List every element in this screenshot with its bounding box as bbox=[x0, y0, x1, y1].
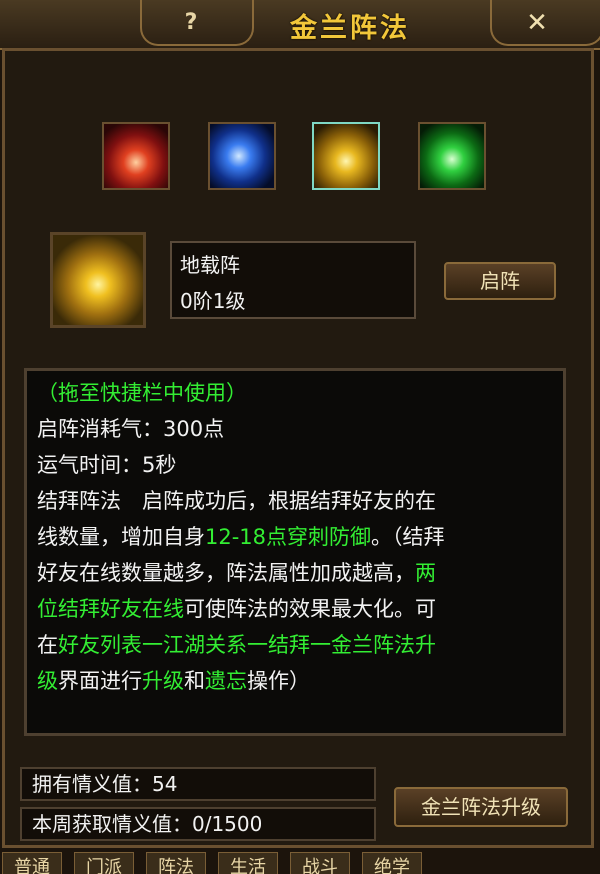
upgrade-button[interactable]: 金兰阵法升级 bbox=[394, 787, 568, 827]
desc-highlight: 好友列表一江湖关系一结拜一金兰阵法升 bbox=[58, 633, 436, 657]
help-button[interactable]: ? bbox=[176, 8, 206, 38]
desc-text-span: 操作） bbox=[247, 669, 310, 693]
desc-hint: （拖至快捷栏中使用） bbox=[37, 381, 247, 405]
formation-info: 地载阵 0阶1级 bbox=[170, 241, 416, 319]
desc-text: 好友在线数量越多，阵法属性加成越高，两 bbox=[37, 557, 436, 587]
tab-combat[interactable]: 战斗 bbox=[290, 852, 350, 874]
desc-cost: 启阵消耗气：300点 bbox=[37, 417, 225, 441]
desc-text-span: 可使阵法的效果最大化。可 bbox=[184, 597, 436, 621]
description-panel: （拖至快捷栏中使用） 启阵消耗气：300点 运气时间：5秒 结拜阵法 启阵成功后… bbox=[24, 368, 566, 736]
desc-text: 线数量，增加自身12-18点穿刺防御。（结拜 bbox=[37, 521, 445, 551]
tab-formation[interactable]: 阵法 bbox=[146, 852, 206, 874]
desc-time: 运气时间：5秒 bbox=[37, 453, 177, 477]
desc-text-span: 和 bbox=[184, 669, 205, 693]
desc-text: 在好友列表一江湖关系一结拜一金兰阵法升 bbox=[37, 629, 436, 659]
desc-highlight: 12-18点穿刺防御 bbox=[205, 525, 372, 549]
desc-text: 位结拜好友在线可使阵法的效果最大化。可 bbox=[37, 593, 436, 623]
desc-text-span: 线数量，增加自身 bbox=[37, 525, 205, 549]
activate-button[interactable]: 启阵 bbox=[444, 262, 556, 300]
tab-ultimate[interactable]: 绝学 bbox=[362, 852, 422, 874]
desc-highlight: 遗忘 bbox=[205, 669, 247, 693]
gold-formation-icon[interactable] bbox=[312, 122, 380, 190]
desc-highlight: 两 bbox=[415, 561, 436, 585]
title-bar[interactable]: ? 金兰阵法 ✕ bbox=[0, 0, 600, 50]
desc-text-span: 在 bbox=[37, 633, 58, 657]
desc-text-span: 界面进行 bbox=[58, 669, 142, 693]
desc-text: 结拜阵法 启阵成功后，根据结拜好友的在 bbox=[37, 489, 436, 513]
tab-normal[interactable]: 普通 bbox=[2, 852, 62, 874]
formation-window: ? 金兰阵法 ✕ 地载阵 0阶1级 启阵 （拖至快捷栏中使用） 启阵消耗气：30… bbox=[0, 0, 600, 874]
red-formation-icon[interactable] bbox=[102, 122, 170, 190]
desc-highlight: 升级 bbox=[142, 669, 184, 693]
tab-sect[interactable]: 门派 bbox=[74, 852, 134, 874]
bottom-tabs: 普通 门派 阵法 生活 战斗 绝学 bbox=[0, 852, 600, 874]
desc-text-span: 。（结拜 bbox=[371, 525, 445, 549]
desc-text: 级界面进行升级和遗忘操作） bbox=[37, 665, 310, 695]
formation-level: 0阶1级 bbox=[180, 289, 246, 313]
window-title: 金兰阵法 bbox=[290, 13, 410, 44]
selected-formation-icon[interactable] bbox=[50, 232, 146, 328]
tab-life[interactable]: 生活 bbox=[218, 852, 278, 874]
desc-highlight: 位结拜好友在线 bbox=[37, 597, 184, 621]
formation-name: 地载阵 bbox=[180, 253, 240, 277]
desc-highlight: 级 bbox=[37, 669, 58, 693]
close-button[interactable]: ✕ bbox=[522, 8, 552, 38]
weekly-value: 本周获取情义值：0/1500 bbox=[20, 807, 376, 841]
blue-formation-icon[interactable] bbox=[208, 122, 276, 190]
owned-value: 拥有情义值：54 bbox=[20, 767, 376, 801]
desc-text-span: 好友在线数量越多，阵法属性加成越高， bbox=[37, 561, 415, 585]
green-formation-icon[interactable] bbox=[418, 122, 486, 190]
